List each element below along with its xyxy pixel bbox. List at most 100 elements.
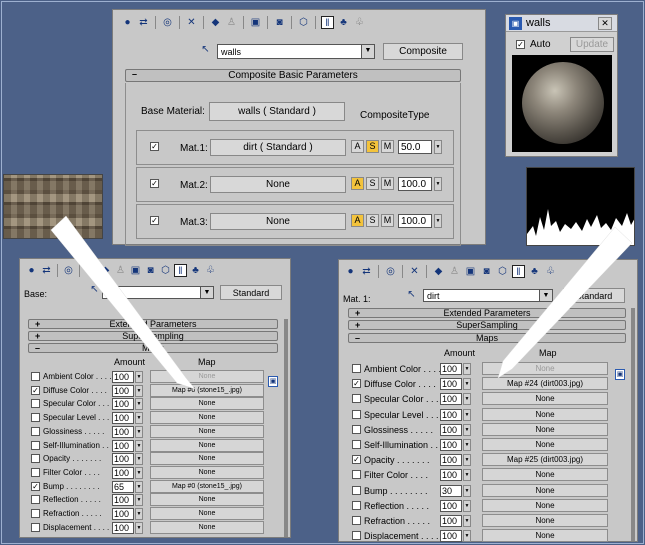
map-row-map-button[interactable]: None: [482, 407, 608, 421]
map-row-spinner[interactable]: ▼: [463, 378, 471, 391]
submaterial-type-button[interactable]: Standard: [563, 288, 625, 303]
map-row-map-button[interactable]: None: [482, 529, 608, 543]
map-row-spinner[interactable]: ▼: [135, 439, 143, 452]
show-end-result-icon[interactable]: ⬡: [297, 16, 310, 29]
go-parent-icon[interactable]: ♣: [528, 265, 541, 278]
map-row-spinner[interactable]: ▼: [463, 363, 471, 375]
map-row-map-button[interactable]: None: [150, 465, 264, 479]
map-row-map-button[interactable]: None: [482, 468, 608, 482]
mat-2-checkbox[interactable]: ✓: [150, 179, 159, 188]
close-icon[interactable]: ✕: [598, 17, 612, 30]
map-row-map-button[interactable]: None: [150, 411, 264, 425]
mat-1-amount[interactable]: 50.0: [398, 140, 432, 154]
map-row-map-button[interactable]: None: [482, 422, 608, 436]
map-row-checkbox[interactable]: [31, 413, 40, 423]
submaterial-name-combo[interactable]: dirt ▼: [423, 289, 553, 302]
map-row-checkbox[interactable]: ✓: [352, 379, 361, 389]
show-end-result-icon[interactable]: ⬡: [159, 264, 172, 277]
base-material-combo[interactable]: ▼: [102, 286, 214, 299]
rollout-extended-parameters[interactable]: + Extended Parameters: [348, 308, 626, 318]
map-row-map-button[interactable]: None: [482, 483, 608, 497]
mat-1-mode-m[interactable]: M: [381, 140, 394, 153]
map-row-map-button[interactable]: Map #0 (stone15_.jpg): [150, 383, 264, 397]
map-row-map-button[interactable]: None: [150, 424, 264, 438]
map-row-spinner[interactable]: ▼: [463, 393, 471, 406]
map-row-checkbox[interactable]: [31, 495, 40, 505]
map-row-map-button[interactable]: None: [150, 520, 264, 534]
map-row-spinner[interactable]: ▼: [463, 484, 471, 497]
material-type-button[interactable]: Composite: [383, 43, 463, 60]
chevron-down-icon[interactable]: ▼: [539, 290, 552, 301]
map-row-map-button[interactable]: None: [150, 370, 264, 383]
preview-titlebar[interactable]: ▣ walls ✕: [506, 15, 617, 32]
go-parent-icon[interactable]: ♣: [337, 16, 350, 29]
map-row-checkbox[interactable]: [31, 440, 40, 450]
mat-1-mode-a[interactable]: A: [351, 140, 364, 153]
assign-icon[interactable]: ◎: [161, 16, 174, 29]
map-row-checkbox[interactable]: ✓: [31, 385, 40, 395]
map-row-spinner[interactable]: ▼: [135, 412, 143, 425]
map-row-amount[interactable]: 100: [440, 454, 462, 467]
map-row-amount[interactable]: 100: [112, 425, 134, 438]
mat-1-spinner[interactable]: ▼: [434, 140, 442, 154]
show-end-result-toggle-icon[interactable]: ‖: [321, 16, 334, 29]
get-material-icon[interactable]: ●: [121, 16, 134, 29]
mat-3-mode-a[interactable]: A: [351, 214, 364, 227]
map-row-amount[interactable]: 100: [440, 363, 462, 375]
map-row-checkbox[interactable]: [31, 509, 40, 518]
assign-icon[interactable]: ◎: [384, 265, 397, 278]
make-unique-icon[interactable]: ◆: [432, 265, 445, 278]
make-unique-icon[interactable]: ◆: [209, 16, 222, 29]
put-to-scene-icon[interactable]: ⇄: [40, 264, 53, 277]
pick-material-icon[interactable]: ↖: [199, 43, 212, 56]
mat-1-material-button[interactable]: dirt ( Standard ): [210, 139, 346, 156]
map-row-spinner[interactable]: ▼: [463, 530, 471, 543]
map-row-map-button[interactable]: None: [482, 514, 608, 527]
map-row-map-button[interactable]: Map #0 (stone15_.jpg): [150, 479, 264, 493]
map-row-map-button[interactable]: None: [150, 493, 264, 507]
mat-3-mode-m[interactable]: M: [381, 214, 394, 227]
rollout-supersampling[interactable]: + SuperSampling: [28, 331, 278, 341]
map-row-amount[interactable]: 100: [112, 453, 134, 466]
get-material-icon[interactable]: ●: [344, 265, 357, 278]
rollout-composite-basic[interactable]: – Composite Basic Parameters: [125, 69, 461, 82]
rollout-supersampling[interactable]: + SuperSampling: [348, 320, 626, 330]
map-row-spinner[interactable]: ▼: [135, 480, 143, 493]
put-library-icon[interactable]: ♙: [225, 16, 238, 29]
map-row-amount[interactable]: 30: [440, 484, 462, 497]
map-row-map-button[interactable]: None: [482, 362, 608, 375]
mat-3-material-button[interactable]: None: [210, 213, 346, 230]
scrollbar[interactable]: [284, 319, 288, 537]
mat-3-amount[interactable]: 100.0: [398, 214, 432, 228]
put-library-icon[interactable]: ♙: [448, 265, 461, 278]
map-row-spinner[interactable]: ▼: [135, 398, 143, 411]
map-row-spinner[interactable]: ▼: [135, 494, 143, 507]
mat-3-mode-s[interactable]: S: [366, 214, 379, 227]
rollout-maps[interactable]: – Maps: [28, 343, 278, 353]
go-sibling-icon[interactable]: ♧: [353, 16, 366, 29]
map-row-spinner[interactable]: ▼: [135, 521, 143, 534]
chevron-down-icon[interactable]: ▼: [361, 45, 374, 58]
map-row-map-button[interactable]: None: [150, 507, 264, 520]
reset-icon[interactable]: ✕: [408, 265, 421, 278]
mat-2-spinner[interactable]: ▼: [434, 177, 442, 191]
show-end-result-toggle-icon[interactable]: ‖: [512, 265, 525, 278]
chevron-down-icon[interactable]: ▼: [200, 287, 213, 298]
map-row-checkbox[interactable]: [352, 424, 361, 434]
map-row-spinner[interactable]: ▼: [463, 499, 471, 512]
map-row-amount[interactable]: 100: [112, 494, 134, 507]
map-row-map-button[interactable]: None: [150, 438, 264, 452]
map-row-checkbox[interactable]: [352, 394, 361, 404]
map-row-spinner[interactable]: ▼: [135, 384, 143, 397]
base-material-button[interactable]: walls ( Standard ): [209, 102, 345, 121]
map-row-amount[interactable]: 100: [440, 408, 462, 421]
map-row-spinner[interactable]: ▼: [463, 515, 471, 527]
mat-3-spinner[interactable]: ▼: [434, 214, 442, 228]
go-sibling-icon[interactable]: ♧: [544, 265, 557, 278]
scrollbar[interactable]: [631, 308, 635, 541]
map-row-amount[interactable]: 100: [440, 439, 462, 451]
map-row-amount[interactable]: 100: [440, 378, 462, 391]
map-row-amount[interactable]: 100: [112, 439, 134, 452]
mat-2-mode-m[interactable]: M: [381, 177, 394, 190]
map-row-amount[interactable]: 65: [112, 480, 134, 493]
